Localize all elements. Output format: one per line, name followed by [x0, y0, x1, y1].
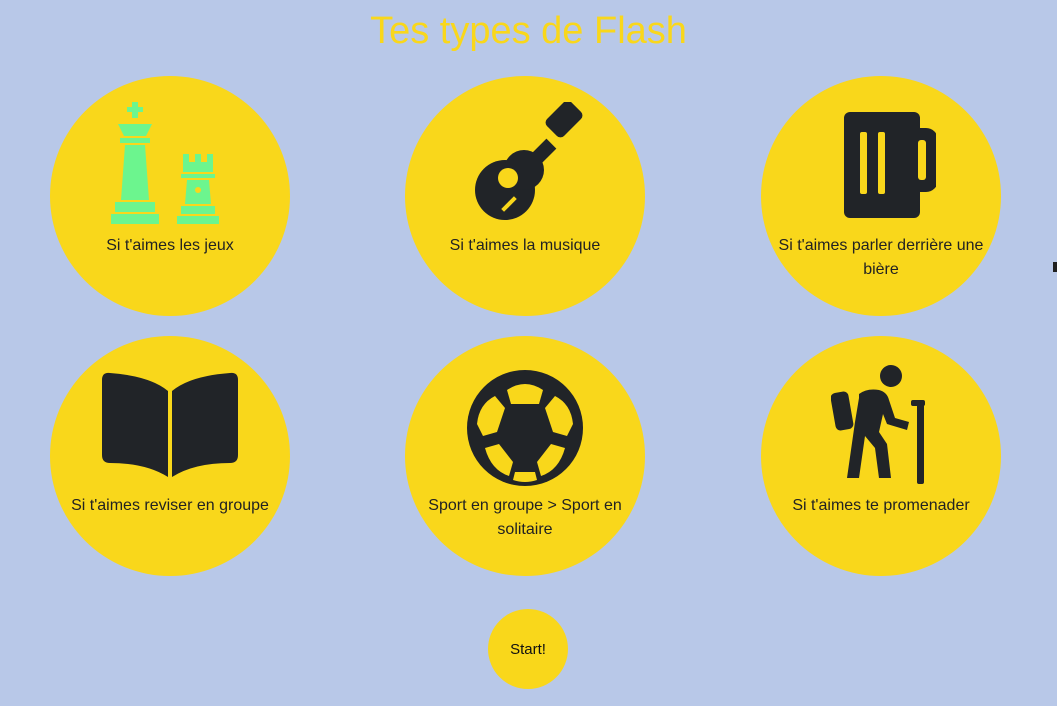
start-button[interactable]: Start!	[488, 609, 568, 689]
card-label: Si t'aimes la musique	[449, 237, 601, 254]
hiker-icon	[831, 365, 925, 484]
chess-icon	[111, 102, 219, 224]
page-title: Tes types de Flash	[370, 10, 687, 52]
card-label: Si t'aimes reviser en groupe	[71, 497, 269, 514]
card-label: Sport en groupe > Sport en solitaire	[428, 497, 622, 538]
card-music[interactable]: Si t'aimes la musique	[405, 76, 645, 316]
card-label: Si t'aimes parler derrière une bière	[778, 237, 984, 278]
beer-mug-icon	[844, 112, 936, 218]
card-label: Si t'aimes te promenader	[792, 497, 970, 514]
soccer-ball-icon	[467, 370, 583, 486]
card-sport[interactable]: Sport en groupe > Sport en solitaire	[405, 336, 645, 576]
scrollbar[interactable]	[1053, 262, 1057, 272]
card-walk[interactable]: Si t'aimes te promenader	[761, 336, 1001, 576]
card-games[interactable]: Si t'aimes les jeux	[50, 76, 290, 316]
open-book-icon	[102, 372, 238, 477]
card-study[interactable]: Si t'aimes reviser en groupe	[50, 336, 290, 576]
guitar-icon	[475, 102, 583, 220]
card-beer[interactable]: Si t'aimes parler derrière une bière	[761, 76, 1001, 316]
card-label: Si t'aimes les jeux	[106, 237, 234, 254]
